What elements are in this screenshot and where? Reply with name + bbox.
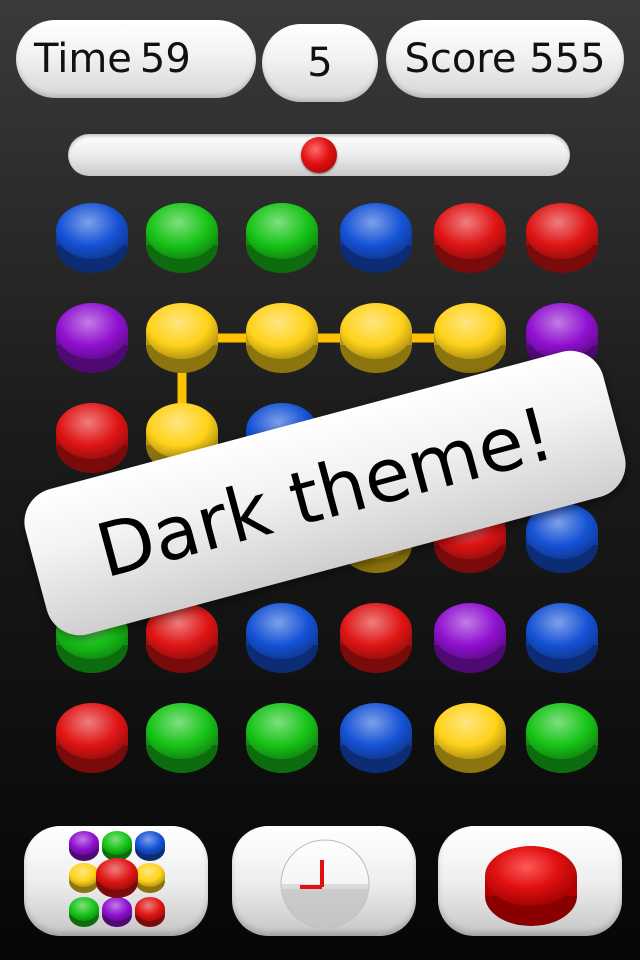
record-button[interactable] [438, 826, 622, 936]
mini-dot-green [102, 831, 132, 861]
dot-red[interactable] [434, 203, 506, 273]
dot-yellow[interactable] [246, 303, 318, 373]
dot-red[interactable] [56, 403, 128, 473]
dot-yellow[interactable] [434, 703, 506, 773]
dot-green[interactable] [526, 703, 598, 773]
dot-blue[interactable] [246, 603, 318, 673]
mini-dot-yellow [69, 863, 99, 893]
dot-green[interactable] [146, 703, 218, 773]
mini-dot-red [96, 858, 138, 898]
timer-button[interactable] [232, 826, 416, 936]
dot-green[interactable] [246, 703, 318, 773]
mini-dot-red [135, 897, 165, 927]
dots-grid-icon [69, 831, 165, 927]
mini-dot-blue [135, 831, 165, 861]
dot-green[interactable] [246, 203, 318, 273]
red-disc-icon [485, 846, 577, 926]
dot-green[interactable] [146, 203, 218, 273]
mini-dot-green [69, 897, 99, 927]
clock-icon [280, 839, 370, 929]
dot-purple[interactable] [434, 603, 506, 673]
mini-dot-purple [102, 897, 132, 927]
dot-blue[interactable] [340, 203, 412, 273]
dot-blue[interactable] [56, 203, 128, 273]
dot-yellow[interactable] [146, 303, 218, 373]
themes-button[interactable] [24, 826, 208, 936]
dot-red[interactable] [526, 203, 598, 273]
dot-blue[interactable] [340, 703, 412, 773]
dot-blue[interactable] [526, 603, 598, 673]
mini-dot-yellow [135, 863, 165, 893]
dot-red[interactable] [340, 603, 412, 673]
dot-yellow[interactable] [434, 303, 506, 373]
dot-yellow[interactable] [340, 303, 412, 373]
dot-red[interactable] [56, 703, 128, 773]
dot-purple[interactable] [56, 303, 128, 373]
mini-dot-purple [69, 831, 99, 861]
